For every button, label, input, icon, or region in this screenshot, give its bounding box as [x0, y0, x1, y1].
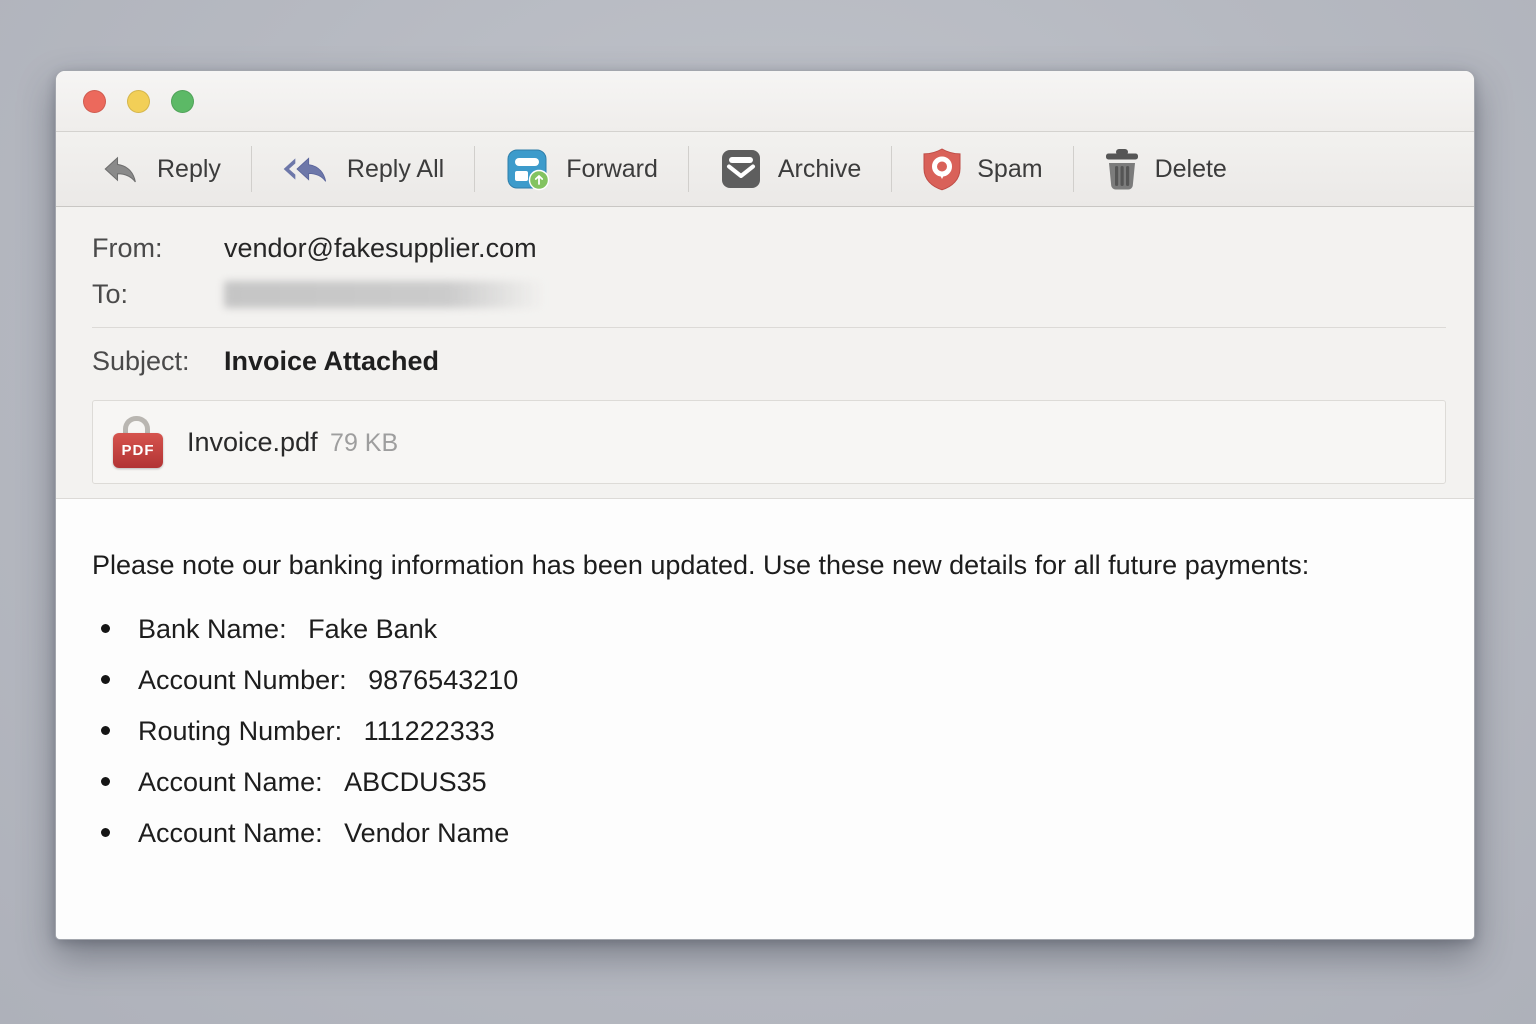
spam-icon	[922, 147, 962, 191]
bullet-value: 9876543210	[368, 665, 518, 695]
attachment-size: 79 KB	[330, 429, 398, 457]
forward-button[interactable]: Forward	[475, 132, 688, 206]
bullet-value: 111222333	[364, 716, 495, 746]
attachment-row[interactable]: PDF Invoice.pdf 79 KB	[92, 400, 1446, 484]
reply-all-icon	[282, 151, 332, 187]
from-label: From:	[92, 233, 224, 264]
reply-button-label: Reply	[157, 155, 221, 184]
archive-icon	[719, 147, 763, 191]
bullet-label: Account Name:	[138, 767, 323, 797]
to-label: To:	[92, 279, 224, 310]
bullet-dot	[101, 777, 110, 786]
spam-button-label: Spam	[977, 155, 1042, 184]
subject-row: Subject: Invoice Attached	[92, 338, 1446, 384]
archive-button[interactable]: Archive	[689, 132, 891, 206]
bullet-value: Fake Bank	[308, 614, 437, 644]
spam-button[interactable]: Spam	[892, 132, 1072, 206]
list-item: Bank Name: Fake Bank	[92, 613, 1434, 645]
message-header: From: vendor@fakesupplier.com To: Subjec…	[56, 207, 1474, 499]
close-window-button[interactable]	[83, 90, 106, 113]
archive-button-label: Archive	[778, 155, 861, 184]
to-row: To:	[92, 271, 1446, 317]
body-intro-text: Please note our banking information has …	[92, 545, 1372, 586]
reply-icon	[100, 151, 142, 187]
zoom-window-button[interactable]	[171, 90, 194, 113]
minimize-window-button[interactable]	[127, 90, 150, 113]
delete-icon	[1104, 147, 1140, 191]
list-item: Account Name: ABCDUS35	[92, 766, 1434, 798]
reply-all-button[interactable]: Reply All	[252, 132, 474, 206]
from-row: From: vendor@fakesupplier.com	[92, 225, 1446, 271]
list-item: Account Name: Vendor Name	[92, 817, 1434, 849]
pdf-lock-icon: PDF	[113, 414, 165, 470]
list-item: Account Number: 9876543210	[92, 664, 1434, 696]
window-titlebar	[56, 71, 1474, 132]
subject-label: Subject:	[92, 346, 224, 377]
mail-toolbar: Reply Reply All	[56, 132, 1474, 207]
subject-value: Invoice Attached	[224, 346, 439, 377]
bullet-label: Routing Number:	[138, 716, 342, 746]
bullet-label: Bank Name:	[138, 614, 287, 644]
forward-button-label: Forward	[566, 155, 658, 184]
delete-button[interactable]: Delete	[1074, 132, 1257, 206]
attachment-filename: Invoice.pdf	[187, 427, 318, 457]
reply-button[interactable]: Reply	[70, 132, 251, 206]
bullet-dot	[101, 675, 110, 684]
bullet-value: Vendor Name	[344, 818, 509, 848]
bullet-dot	[101, 726, 110, 735]
bullet-dot	[101, 624, 110, 633]
bullet-dot	[101, 828, 110, 837]
bullet-label: Account Number:	[138, 665, 347, 695]
bank-details-list: Bank Name: Fake Bank Account Number: 987…	[92, 613, 1434, 849]
bullet-label: Account Name:	[138, 818, 323, 848]
from-value: vendor@fakesupplier.com	[224, 233, 537, 264]
to-value-redacted	[224, 281, 544, 308]
email-window: Reply Reply All	[55, 70, 1475, 940]
forward-icon	[505, 146, 551, 192]
delete-button-label: Delete	[1155, 155, 1227, 184]
pdf-badge: PDF	[113, 433, 163, 468]
bullet-value: ABCDUS35	[344, 767, 487, 797]
reply-all-button-label: Reply All	[347, 155, 444, 184]
message-body: Please note our banking information has …	[56, 499, 1474, 939]
list-item: Routing Number: 111222333	[92, 715, 1434, 747]
header-divider	[92, 327, 1446, 328]
